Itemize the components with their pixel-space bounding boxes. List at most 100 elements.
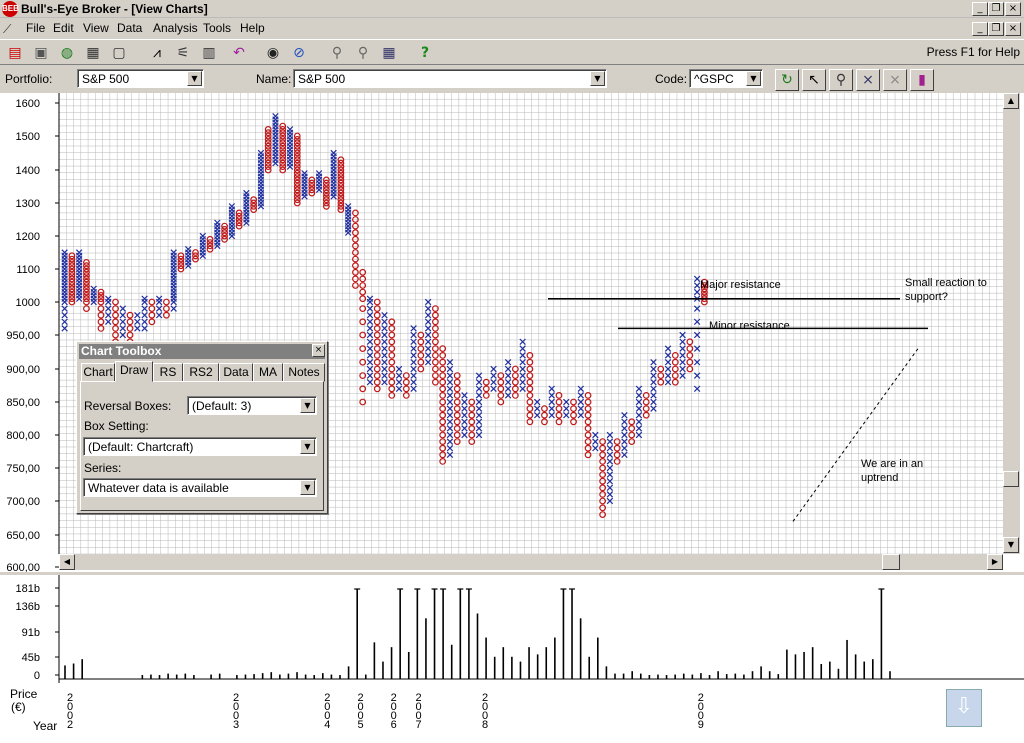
tab-draw[interactable]: Draw [115, 361, 153, 382]
chevron-down-icon[interactable]: ▼ [746, 71, 761, 86]
y-tick-label: 1000 [16, 297, 40, 309]
menu-file[interactable]: File [26, 21, 45, 36]
chart-document-icon[interactable]: ⟋ [3, 21, 19, 37]
chart-properties-icon[interactable]: ⚟ [172, 43, 194, 63]
line-chart-icon[interactable]: ⩘ [146, 43, 168, 63]
time-axis-area: Price (€) Year 2002 2003 2004 2005 2006 2007 2… [0, 686, 1024, 743]
minimize-button[interactable]: _ [972, 2, 988, 16]
volume-tick-label: 181b [16, 583, 40, 595]
portfolio-value: S&P 500 [82, 72, 130, 86]
child-restore-button[interactable]: ❐ [988, 22, 1004, 36]
volume-tick-label: 136b [16, 601, 40, 613]
name-label: Name: [256, 72, 292, 86]
year-label: 2003 [232, 692, 240, 731]
y-tick-label: 650,00 [6, 530, 40, 542]
menu-data[interactable]: Data [117, 21, 142, 36]
y-tick-label: 600,00 [6, 562, 40, 572]
menu-view[interactable]: View [83, 21, 109, 36]
new-chart-icon[interactable]: ▤ [4, 43, 26, 63]
pointer-icon[interactable]: ↖ [802, 69, 826, 91]
name-select[interactable]: S&P 500 ▼ [293, 69, 607, 88]
toolbox-title[interactable]: Chart Toolbox [79, 344, 325, 359]
scroll-left-button[interactable]: ◀ [59, 554, 75, 570]
chevron-down-icon[interactable]: ▼ [300, 398, 315, 413]
y-tick-label: 1500 [16, 131, 40, 143]
year-label: 2005 [357, 692, 364, 731]
child-close-button[interactable]: × [1005, 22, 1021, 36]
volume-tick-label: 91b [22, 627, 40, 639]
grid-icon[interactable]: ▦ [378, 43, 400, 63]
reversal-boxes-label: Reversal Boxes: [84, 399, 172, 413]
menu-analysis[interactable]: Analysis [153, 21, 198, 36]
y-tick-label: 800,00 [6, 430, 40, 442]
refresh-icon[interactable]: ↻ [775, 69, 799, 91]
bar-volume-icon[interactable]: ▮ [910, 69, 934, 91]
hscroll-thumb[interactable] [882, 554, 900, 570]
y-tick-label: 1200 [16, 231, 40, 243]
scroll-up-button[interactable]: ▲ [1003, 93, 1019, 109]
year-label: 2008 [481, 692, 489, 731]
clipboard-icon[interactable]: ▥ [198, 43, 220, 63]
volume-chart[interactable]: 181b 136b 91b 45b 0 [0, 575, 1024, 687]
chevron-down-icon[interactable]: ▼ [300, 480, 315, 495]
tab-rs2[interactable]: RS2 [183, 363, 219, 382]
globe-icon[interactable]: ◍ [56, 43, 78, 63]
box-setting-value: (Default: Chartcraft) [88, 440, 194, 454]
cancel-icon[interactable]: ⊘ [288, 43, 310, 63]
box-setting-select[interactable]: (Default: Chartcraft) ▼ [83, 437, 317, 456]
year-label: 2009 [697, 692, 704, 731]
restore-button[interactable]: ❐ [988, 2, 1004, 16]
xo-scale-icon[interactable]: ⨯ [883, 69, 907, 91]
y-tick-label: 950,00 [6, 330, 40, 342]
volume-tick-label: 0 [34, 670, 40, 682]
open-icon[interactable]: ▣ [30, 43, 52, 63]
vertical-scrollbar[interactable]: ▲ ▼ [1003, 93, 1020, 554]
zoom-out-icon[interactable]: ⚲ [352, 43, 374, 63]
menu-help[interactable]: Help [240, 21, 265, 36]
y-tick-label: 1400 [16, 165, 40, 177]
y-tick-label: 700,00 [6, 496, 40, 508]
menu-tools[interactable]: Tools [203, 21, 231, 36]
toolbox-close-button[interactable]: × [312, 344, 325, 357]
annotation-support: support? [905, 291, 948, 303]
year-label: 2002 [66, 692, 74, 731]
help-hint: Press F1 for Help [926, 45, 1020, 59]
scroll-down-button[interactable]: ▼ [1003, 537, 1019, 553]
tab-notes[interactable]: Notes [283, 363, 325, 382]
help-icon[interactable]: ? [414, 43, 436, 63]
tab-rs[interactable]: RS [153, 363, 183, 382]
menu-edit[interactable]: Edit [53, 21, 74, 36]
undo-icon[interactable]: ↶ [228, 43, 250, 63]
chevron-down-icon[interactable]: ▼ [300, 439, 315, 454]
portfolio-select[interactable]: S&P 500 ▼ [77, 69, 204, 88]
year-label: 2007 [415, 692, 422, 731]
x-axis-icon[interactable]: ⨯ [856, 69, 880, 91]
scroll-thumb[interactable] [1003, 471, 1019, 487]
horizontal-scrollbar[interactable]: ◀ ▶ [59, 554, 1003, 570]
print-icon[interactable]: ▦ [82, 43, 104, 63]
scroll-down-arrow-icon[interactable]: ⇩ [946, 689, 982, 727]
eye-icon[interactable]: ◉ [262, 43, 284, 63]
y-tick-label: 900,00 [6, 364, 40, 376]
title-bar[interactable]: BEB Bull's-Eye Broker - [View Charts] _ … [0, 0, 1024, 18]
print-preview-icon[interactable]: ▢ [108, 43, 130, 63]
code-select[interactable]: ^GSPC ▼ [689, 69, 763, 88]
tab-data[interactable]: Data [219, 363, 253, 382]
annotation-major-resistance: Major resistance [700, 279, 781, 291]
series-select[interactable]: Whatever data is available ▼ [83, 478, 317, 497]
close-button[interactable]: × [1005, 2, 1021, 16]
volume-chart-area[interactable]: 181b 136b 91b 45b 0 [0, 575, 1024, 687]
box-setting-label: Box Setting: [84, 419, 149, 433]
chevron-down-icon[interactable]: ▼ [187, 71, 202, 86]
tab-ma[interactable]: MA [253, 363, 283, 382]
chevron-down-icon[interactable]: ▼ [590, 71, 605, 86]
tab-chart[interactable]: Chart [81, 363, 115, 382]
reversal-boxes-select[interactable]: (Default: 3) ▼ [187, 396, 317, 415]
y-tick-label: 1600 [16, 98, 40, 110]
chart-toolbox-window[interactable]: Chart Toolbox × Chart Draw RS RS2 Data M… [76, 341, 328, 514]
child-minimize-button[interactable]: _ [972, 22, 988, 36]
zoom-icon[interactable]: ⚲ [326, 43, 348, 63]
app-logo-icon: BEB [2, 1, 19, 17]
scroll-right-button[interactable]: ▶ [987, 554, 1003, 570]
zoom-icon[interactable]: ⚲ [829, 69, 853, 91]
